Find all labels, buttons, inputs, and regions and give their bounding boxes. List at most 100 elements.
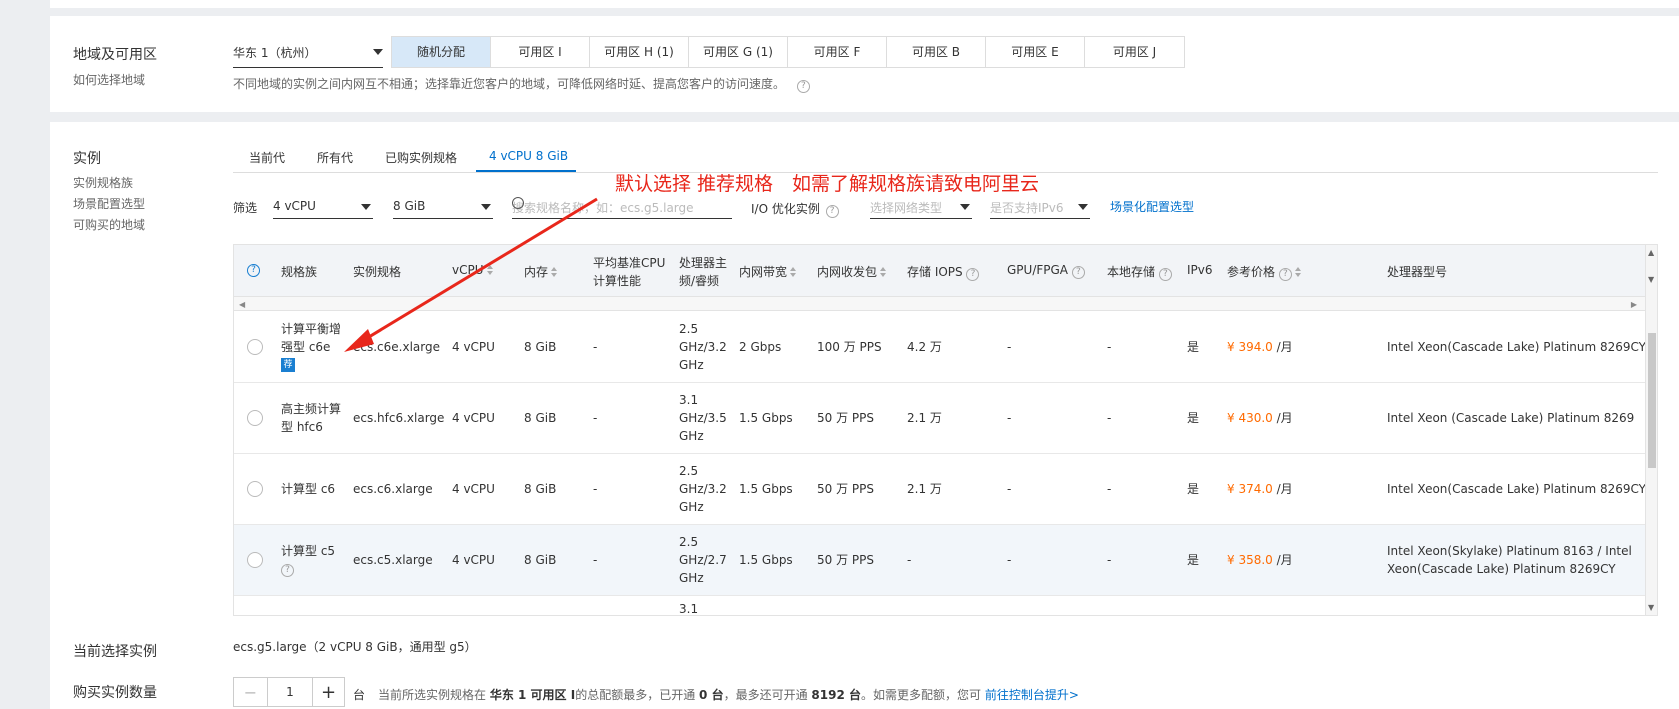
- scroll-left-icon[interactable]: ◀: [239, 300, 245, 309]
- scroll-down-icon[interactable]: ▼: [1648, 275, 1654, 284]
- header-freq-2: 频/睿频: [679, 274, 720, 288]
- help-icon[interactable]: ?: [1158, 268, 1172, 281]
- row-cpu-model: Intel Xeon (Cascade Lake) Platinum 8269: [1387, 411, 1635, 425]
- row-gpu: -: [1007, 411, 1012, 425]
- quota-note-post: 。如需更多配额，您可: [861, 688, 982, 702]
- help-icon[interactable]: ?: [247, 264, 260, 277]
- row-memory: 8 GiB: [524, 411, 557, 425]
- row-bandwidth: 1.5 Gbps: [739, 553, 793, 567]
- row-radio[interactable]: [247, 410, 263, 426]
- row-pps: 100 万 PPS: [817, 340, 882, 354]
- region-help-link[interactable]: 如何选择地域: [73, 71, 145, 88]
- row-local: -: [1107, 340, 1112, 354]
- row-vcpu: 4 vCPU: [452, 553, 495, 567]
- header-price[interactable]: 参考价格 ?: [1227, 263, 1302, 281]
- help-icon[interactable]: ?: [796, 80, 810, 93]
- chevron-down-icon: [960, 204, 970, 210]
- tab-purchased[interactable]: 已购实例规格: [385, 149, 457, 166]
- row-freq-3: GHz: [679, 358, 704, 372]
- row-radio[interactable]: [247, 552, 263, 568]
- row-iops: -: [907, 553, 912, 567]
- quota-increase-link[interactable]: 前往控制台提升>: [985, 688, 1079, 702]
- quota-note-max: 8192 台: [811, 688, 861, 702]
- row-cpu-model: Intel Xeon(Cascade Lake) Platinum 8269CY: [1387, 340, 1646, 354]
- row-memory: 8 GiB: [524, 482, 557, 496]
- tab-4vcpu-8gib[interactable]: 4 vCPU 8 GiB: [489, 149, 568, 163]
- region-note: 不同地域的实例之间内网互不相通；选择靠近您客户的地域，可降低网络时延、提高您客户…: [233, 75, 810, 93]
- quantity-input[interactable]: 1: [268, 678, 312, 706]
- sort-icon[interactable]: [880, 267, 887, 278]
- row-freq-1: 2.5: [679, 464, 699, 478]
- zone-f[interactable]: 可用区 F: [788, 37, 887, 67]
- zone-e[interactable]: 可用区 E: [986, 37, 1085, 67]
- row-price-value: ¥ 394.0: [1227, 340, 1273, 354]
- help-icon[interactable]: ?: [1071, 266, 1085, 279]
- tab-current-gen[interactable]: 当前代: [249, 149, 285, 166]
- zone-g[interactable]: 可用区 G (1): [689, 37, 788, 67]
- help-icon[interactable]: ?: [966, 268, 980, 281]
- row-baseline: -: [593, 553, 598, 567]
- network-type-select[interactable]: 选择网络类型: [870, 195, 972, 219]
- zone-i[interactable]: 可用区 I: [491, 37, 590, 67]
- quota-note-mid: 的总配额最多，已开通: [575, 688, 696, 702]
- header-iops: 存储 IOPS ?: [907, 263, 980, 281]
- scroll-up-icon[interactable]: ▲: [1648, 248, 1654, 257]
- row-cpu-model-2: Xeon(Cascade Lake) Platinum 8269CY: [1387, 562, 1616, 576]
- zone-selector: 随机分配 可用区 I 可用区 H (1) 可用区 G (1) 可用区 F 可用区…: [391, 36, 1185, 68]
- quantity-plus-button[interactable]: +: [312, 678, 344, 706]
- io-label: I/O 优化实例: [751, 202, 820, 216]
- table-row[interactable]: 3.1: [234, 596, 1657, 615]
- row-freq-3: GHz: [679, 571, 704, 585]
- row-bandwidth: 2 Gbps: [739, 340, 782, 354]
- tab-all-gen[interactable]: 所有代: [317, 149, 353, 166]
- row-radio[interactable]: [247, 339, 263, 355]
- row-pps: 50 万 PPS: [817, 553, 874, 567]
- row-freq-2: GHz/3.2: [679, 340, 727, 354]
- quantity-stepper: − 1 +: [233, 677, 345, 707]
- row-local: -: [1107, 411, 1112, 425]
- row-spec: ecs.c6.xlarge: [353, 482, 433, 496]
- row-price-value: ¥ 358.0: [1227, 553, 1273, 567]
- row-family-1: 计算型 c6: [281, 482, 336, 496]
- scrollbar-thumb[interactable]: [1648, 333, 1656, 468]
- help-icon[interactable]: ?: [1278, 268, 1292, 281]
- chevron-down-icon: [373, 49, 383, 55]
- region-select[interactable]: 华东 1（杭州）: [233, 40, 383, 68]
- row-radio[interactable]: [247, 481, 263, 497]
- recommended-badge: 荐: [281, 358, 295, 372]
- row-local: -: [1107, 553, 1112, 567]
- zone-h[interactable]: 可用区 H (1): [590, 37, 689, 67]
- quota-note-max-pre: ，最多还可开通: [723, 688, 808, 702]
- sort-icon[interactable]: [790, 267, 797, 278]
- row-memory: 8 GiB: [524, 553, 557, 567]
- help-icon[interactable]: ?: [281, 564, 294, 577]
- quantity-minus-button[interactable]: −: [234, 678, 268, 706]
- table-row[interactable]: 高主频计算 型 hfc6 ecs.hfc6.xlarge 4 vCPU 8 Gi…: [234, 383, 1657, 454]
- row-freq-2: GHz/3.2: [679, 482, 727, 496]
- link-instance-family[interactable]: 实例规格族: [73, 174, 133, 191]
- header-bandwidth[interactable]: 内网带宽: [739, 263, 797, 280]
- quantity-unit: 台: [353, 688, 366, 702]
- filter-vcpu-value: 4 vCPU: [273, 199, 316, 213]
- sort-icon[interactable]: [1294, 267, 1302, 278]
- link-scene-config[interactable]: 场景配置选型: [73, 195, 145, 212]
- zone-j[interactable]: 可用区 J: [1085, 37, 1184, 67]
- current-label: 当前选择实例: [73, 644, 157, 660]
- scene-config-link[interactable]: 场景化配置选型: [1110, 198, 1194, 215]
- link-available-regions[interactable]: 可购买的地域: [73, 216, 145, 233]
- zone-random[interactable]: 随机分配: [392, 37, 491, 67]
- top-panel: [50, 0, 1679, 8]
- ipv6-select[interactable]: 是否支持IPv6: [990, 195, 1090, 219]
- vertical-scrollbar[interactable]: ▲ ▼ ▼: [1645, 245, 1657, 615]
- row-price-unit: /月: [1276, 482, 1293, 496]
- header-pps[interactable]: 内网收发包: [817, 263, 887, 280]
- header-ipv6: IPv6: [1187, 263, 1213, 277]
- help-icon[interactable]: ?: [825, 205, 839, 218]
- scroll-bottom-icon[interactable]: ▼: [1648, 603, 1654, 612]
- table-row[interactable]: 计算型 c6 ecs.c6.xlarge 4 vCPU 8 GiB - 2.5 …: [234, 454, 1657, 525]
- scroll-right-icon[interactable]: ▶: [1631, 300, 1637, 309]
- row-spec: ecs.c5.xlarge: [353, 553, 433, 567]
- quota-note-pre: 当前所选实例规格在: [378, 688, 487, 702]
- zone-b[interactable]: 可用区 B: [887, 37, 986, 67]
- table-row[interactable]: 计算型 c5 ? ecs.c5.xlarge 4 vCPU 8 GiB - 2.…: [234, 525, 1657, 596]
